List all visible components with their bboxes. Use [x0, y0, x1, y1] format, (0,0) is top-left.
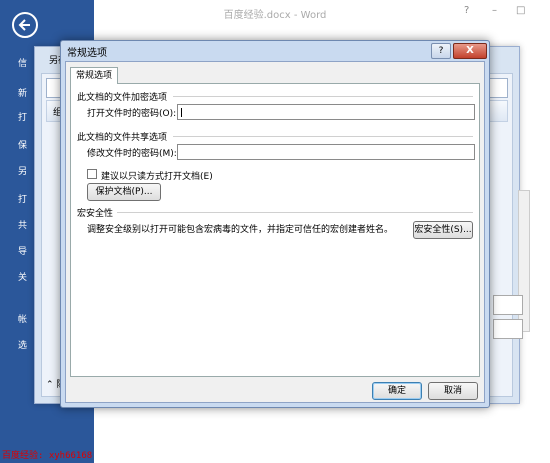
backstage-item-open[interactable]: 打 [18, 110, 27, 123]
ok-button[interactable]: 确定 [372, 382, 422, 400]
readonly-checkbox[interactable] [87, 169, 97, 179]
divider [173, 96, 473, 97]
macro-security-button[interactable]: 宏安全性(S)... [413, 221, 473, 239]
watermark: 百度经验: xyh66168 [2, 451, 93, 461]
encrypt-group-label: 此文档的文件加密选项 [77, 93, 168, 103]
tab-panel: 此文档的文件加密选项 打开文件时的密码(O): 此文档的文件共享选项 修改文件时… [70, 83, 480, 377]
dialog-title: 常规选项 [67, 48, 107, 59]
tab-general-options[interactable]: 常规选项 [70, 67, 118, 84]
modify-password-label: 修改文件时的密码(M): [87, 149, 177, 159]
dialog-body: 常规选项 此文档的文件加密选项 打开文件时的密码(O): 此文档的文件共享选项 … [65, 61, 485, 403]
open-password-input[interactable] [177, 104, 475, 120]
help-icon[interactable]: ? [464, 5, 469, 16]
macro-group-label: 宏安全性 [77, 209, 114, 219]
cancel-button[interactable]: 取消 [428, 382, 478, 400]
backstage-item-account[interactable]: 帐 [18, 312, 27, 325]
readonly-label[interactable]: 建议以只读方式打开文档(E) [101, 169, 213, 182]
text-caret [181, 108, 182, 117]
modify-password-input[interactable] [177, 144, 475, 160]
filetype-dropdown[interactable] [493, 319, 523, 339]
protect-document-button[interactable]: 保护文档(P)... [87, 183, 161, 201]
backstage-item-export[interactable]: 导 [18, 244, 27, 257]
share-group-label: 此文档的文件共享选项 [77, 133, 168, 143]
general-options-dialog: 常规选项 ? X 常规选项 此文档的文件加密选项 打开文件时的密码(O): 此文… [60, 40, 490, 408]
minimize-icon[interactable]: – [492, 5, 497, 16]
dialog-help-button[interactable]: ? [431, 43, 451, 59]
divider [117, 212, 473, 213]
backstage-item-options[interactable]: 选 [18, 338, 27, 351]
backstage-item-print[interactable]: 打 [18, 192, 27, 205]
filename-dropdown[interactable] [493, 295, 523, 315]
backstage-item-new[interactable]: 新 [18, 86, 27, 99]
divider [173, 136, 473, 137]
backstage-item-share[interactable]: 共 [18, 218, 27, 231]
backstage-item-close[interactable]: 关 [18, 270, 27, 283]
maximize-icon[interactable]: □ [516, 5, 525, 16]
backstage-item-save[interactable]: 保 [18, 138, 27, 151]
macro-description: 调整安全级别以打开可能包含宏病毒的文件，并指定可信任的宏创建者姓名。 [87, 225, 394, 235]
chevron-up-icon: ⌃ [46, 380, 54, 390]
dialog-close-button[interactable]: X [453, 43, 487, 59]
backstage-item-info[interactable]: 信 [18, 56, 27, 69]
backstage-item-saveas[interactable]: 另 [18, 164, 27, 177]
open-password-label: 打开文件时的密码(O): [87, 109, 177, 119]
